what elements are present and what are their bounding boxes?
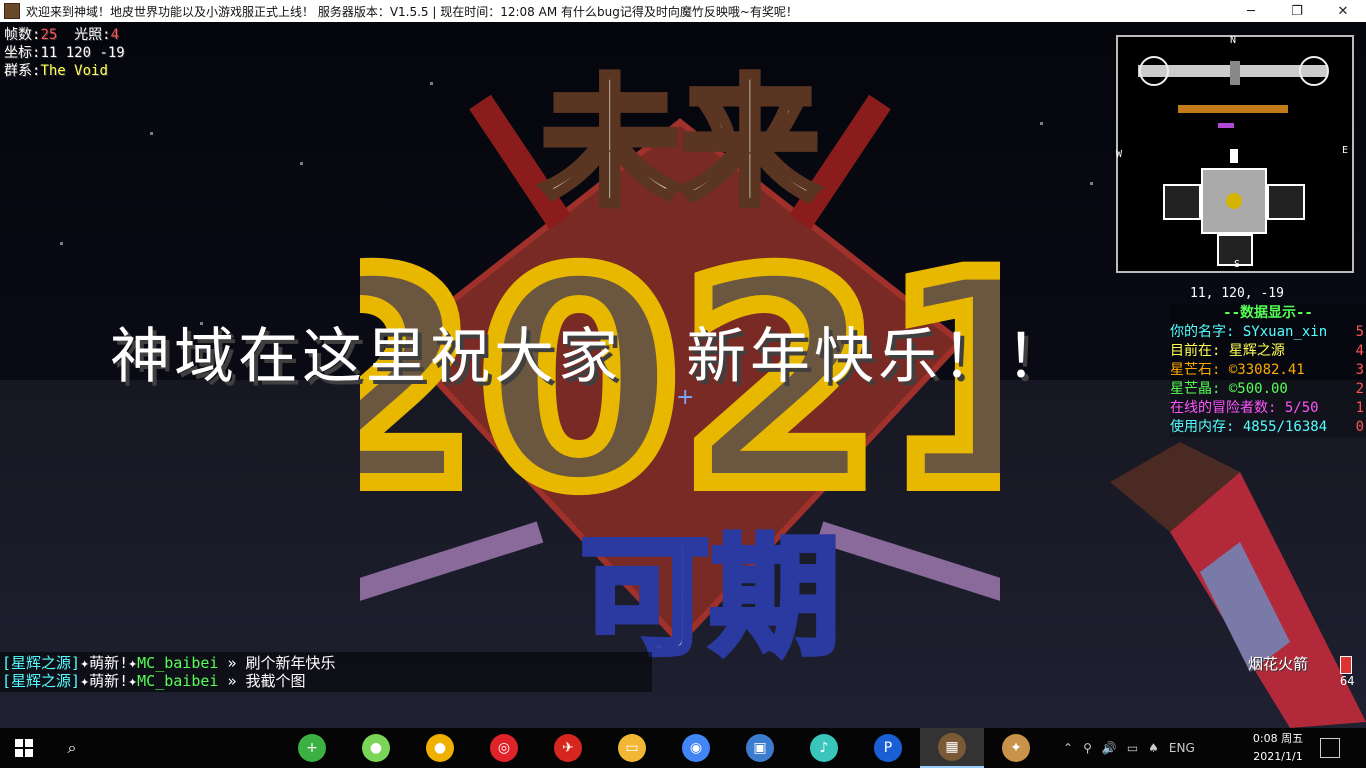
taskbar-app[interactable]: P [856,728,920,768]
search-icon[interactable]: ⌕ [48,728,96,768]
netease-music-icon: ◎ [490,734,518,762]
taskbar-app[interactable]: ◉ [664,728,728,768]
held-firework-rocket [1110,442,1366,728]
scoreboard-row-label: 你的名字: SYxuan_xin [1170,324,1328,340]
taskbar-app[interactable]: ▦ [920,728,984,768]
firework-icon [1340,656,1352,674]
chat-line: [星辉之源]✦萌新!✦MC_baibei » 刷个新年快乐 [2,654,336,672]
minimap-north: N [1230,35,1237,46]
taskbar-app[interactable]: ▣ [728,728,792,768]
taskbar-app[interactable]: ✦ [984,728,1048,768]
minimap-west: W [1116,149,1123,160]
scoreboard-row: 目前在: 星辉之源 4 [1170,342,1366,361]
chrome-icon: ◉ [682,734,710,762]
crosshair-icon: + [676,385,695,410]
minimap-east: E [1342,145,1349,156]
clock-date: 2021/1/1 [1253,750,1303,763]
fps-value: 25 [40,27,58,43]
taskbar-app[interactable]: + [280,728,344,768]
clock[interactable]: 0:08 周五 2021/1/1 [1248,730,1308,766]
scoreboard-row: 星芒石: ©33082.41 3 [1170,361,1366,380]
scoreboard-row-score: 2 [1355,381,1364,397]
app-red-icon: ✈ [554,734,582,762]
minecraft-app-icon [4,3,20,19]
fps-label: 帧数: [4,27,41,43]
minimap-coords: 11, 120, -19 [1190,286,1284,301]
game-viewport[interactable]: 未来 2021 可期 帧数:25 光照:4 坐标:11 120 -19 群系:T… [0,22,1366,728]
minimap: N S E W [1116,35,1354,273]
biome-label: 群系: [4,63,41,79]
360-icon: + [298,734,326,762]
scoreboard-row-score: 4 [1355,343,1364,359]
minimap-south: S [1234,259,1241,270]
scoreboard-row-label: 在线的冒险者数: 5/50 [1170,400,1319,416]
held-item-count: 64 [1340,674,1355,688]
folder-icon: ▭ [618,734,646,762]
scoreboard-row-label: 星芒晶: ©500.00 [1170,381,1288,397]
clock-time: 0:08 周五 [1252,732,1304,745]
scoreboard: --数据显示-- 你的名字: SYxuan_xin 5 目前在: 星辉之源 4 星芒石:… [1170,304,1366,437]
biome-value: The Void [40,63,108,79]
new-year-banner: 神域在这里祝大家 新年快乐！！ [110,322,1070,392]
launcher-icon: ✦ [1002,734,1030,762]
scoreboard-row: 在线的冒险者数: 5/50 1 [1170,399,1366,418]
minimap-render [1138,56,1329,266]
taskbar-app[interactable]: ● [408,728,472,768]
light-value: 4 [110,27,120,43]
held-item-name: 烟花火箭 [1248,655,1309,673]
maximize-button[interactable]: ❐ [1274,0,1320,22]
taskbar-apps: + ● ● ◎ ✈ ▭ ◉ ▣ ♪ P ▦ ✦ [280,728,1048,768]
chat-box: [星辉之源]✦萌新!✦MC_baibei » 刷个新年快乐 [星辉之源]✦萌新!… [0,652,652,692]
windows-logo-icon [15,739,33,757]
miku-icon: ♪ [810,734,838,762]
taskbar-app[interactable]: ● [344,728,408,768]
system-tray: ⌃ ⚲ 🔊 ▭ ♠ ENG [1058,728,1200,768]
scoreboard-row-label: 星芒石: ©33082.41 [1170,362,1305,378]
tray-icon[interactable]: ⌃ [1063,741,1073,755]
taskbar-app[interactable]: ♪ [792,728,856,768]
minecraft-icon: ▦ [938,733,966,761]
scoreboard-row-score: 3 [1355,362,1364,378]
window-titlebar: 欢迎来到神域！地皮世界功能以及小游戏服正式上线！ 服务器版本：V1.5.5 | … [0,0,1366,22]
start-button[interactable] [0,728,48,768]
tray-icon[interactable]: 🔊 [1102,741,1117,755]
taskbar-app[interactable]: ✈ [536,728,600,768]
scoreboard-row: 你的名字: SYxuan_xin 5 [1170,323,1366,342]
tray-icon[interactable]: ♠ [1148,741,1159,755]
taskbar-app[interactable]: ▭ [600,728,664,768]
scoreboard-row: 星芒晶: ©500.00 2 [1170,380,1366,399]
p-app-icon: P [874,734,902,762]
coord-label: 坐标: [4,45,41,61]
chat-line: [星辉之源]✦萌新!✦MC_baibei » 我截个图 [2,672,306,690]
debug-hud: 帧数:25 光照:4 坐标:11 120 -19 群系:The Void [4,26,125,80]
wechat-icon: ● [362,734,390,762]
coord-value: 11 120 -19 [40,45,125,61]
light-label: 光照: [74,27,111,43]
build-top-text: 未来 [540,63,820,226]
tray-icon[interactable]: ▭ [1127,741,1138,755]
taskbar-app[interactable]: ◎ [472,728,536,768]
notification-icon[interactable] [1320,738,1340,758]
window-title: 欢迎来到神域！地皮世界功能以及小游戏服正式上线！ 服务器版本：V1.5.5 | … [26,4,798,19]
minimize-button[interactable]: ─ [1228,0,1274,22]
scoreboard-row-score: 1 [1355,400,1364,416]
scoreboard-title: --数据显示-- [1223,305,1313,321]
scoreboard-row-score: 5 [1355,324,1364,340]
scoreboard-row-label: 目前在: 星辉之源 [1170,343,1285,359]
qq-icon: ● [426,734,454,762]
close-button[interactable]: ✕ [1320,0,1366,22]
build-bottom-text: 可期 [580,521,840,662]
windows-taskbar: ⌕ + ● ● ◎ ✈ ▭ ◉ ▣ ♪ P ▦ ✦ ⌃ ⚲ 🔊 ▭ ♠ ENG 0:08 周五 2021/1/1 [0,728,1366,768]
tray-icon[interactable]: ⚲ [1083,741,1092,755]
tray-icon[interactable]: ENG [1169,741,1195,755]
remote-desktop-icon: ▣ [746,734,774,762]
